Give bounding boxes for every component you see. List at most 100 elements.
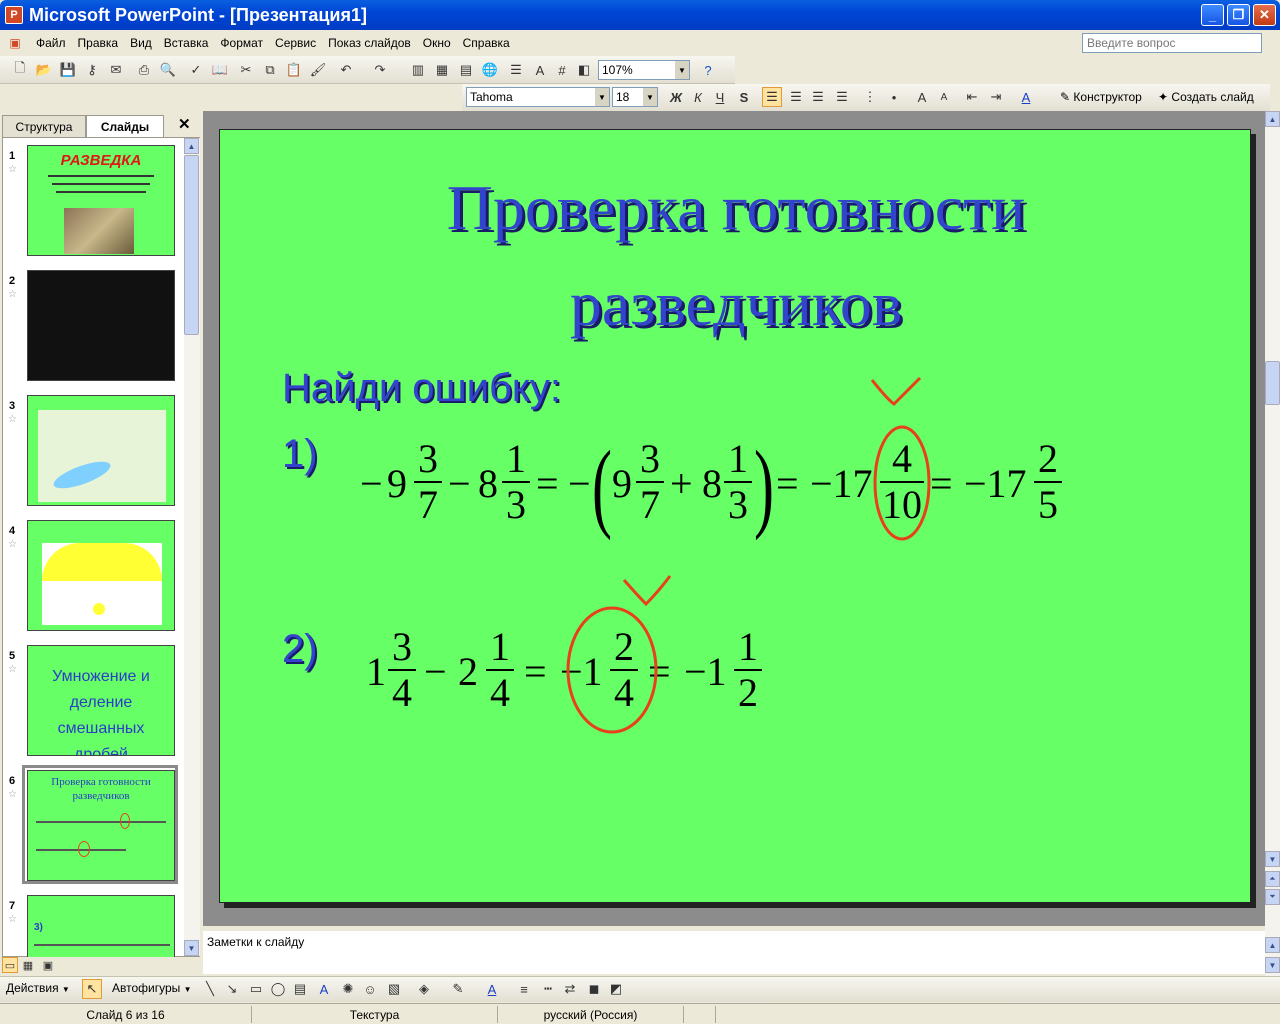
ask-question-input[interactable]: Введите вопрос — [1082, 33, 1262, 53]
tab-slides[interactable]: Слайды — [86, 115, 164, 137]
font-size-select[interactable]: 18 ▼ — [612, 87, 658, 107]
bullets-icon[interactable]: • — [884, 87, 904, 107]
paste-icon[interactable]: 📋 — [284, 60, 304, 80]
font-color-icon[interactable]: A — [1016, 87, 1036, 107]
slide-thumbnail-7[interactable]: 3) — [27, 895, 175, 958]
diagram-icon[interactable]: ✺ — [338, 979, 358, 999]
autoshapes-menu[interactable]: Автофигуры ▼ — [112, 981, 192, 995]
designer-button[interactable]: ✎ Конструктор — [1060, 90, 1142, 104]
save-icon[interactable]: 💾 — [58, 60, 78, 80]
3d-style-icon[interactable]: ◩ — [606, 979, 626, 999]
menu-window[interactable]: Окно — [417, 36, 457, 50]
dash-style-icon[interactable]: ┅ — [538, 979, 558, 999]
spelling-icon[interactable]: ✓ — [186, 60, 206, 80]
slideshow-icon[interactable]: ▣ — [40, 957, 56, 973]
table-icon[interactable]: ▦ — [432, 60, 452, 80]
expand-all-icon[interactable]: ☰ — [506, 60, 526, 80]
hyperlink-icon[interactable]: 🌐 — [480, 60, 500, 80]
email-icon[interactable]: ✉ — [106, 60, 126, 80]
copy-icon[interactable]: ⧉ — [260, 60, 280, 80]
bold-button[interactable]: Ж — [666, 87, 686, 107]
shadow-style-icon[interactable]: ◼ — [584, 979, 604, 999]
help-icon[interactable]: ? — [698, 60, 718, 80]
doc-icon[interactable]: ▣ — [0, 36, 30, 50]
scroll-down-icon[interactable]: ▼ — [184, 940, 199, 956]
tables-borders-icon[interactable]: ▤ — [456, 60, 476, 80]
menu-view[interactable]: Вид — [124, 36, 158, 50]
new-slide-button[interactable]: ✦ Создать слайд — [1158, 90, 1254, 104]
textbox-icon[interactable]: ▤ — [290, 979, 310, 999]
new-icon[interactable]: 🗋 — [10, 60, 30, 80]
rectangle-icon[interactable]: ▭ — [246, 979, 266, 999]
line-color-icon[interactable]: ✎ — [448, 979, 468, 999]
panel-scrollbar[interactable]: ▲ ▼ — [184, 138, 200, 956]
notes-scroll-up-icon[interactable]: ▲ — [1265, 937, 1280, 953]
slide-sorter-icon[interactable]: ▦ — [20, 957, 36, 973]
chart-icon[interactable]: ▥ — [408, 60, 428, 80]
underline-button[interactable]: Ч — [710, 87, 730, 107]
align-left-icon[interactable]: ☰ — [762, 87, 782, 107]
open-icon[interactable]: 📂 — [34, 60, 54, 80]
redo-icon[interactable]: ↷ — [370, 60, 390, 80]
research-icon[interactable]: 📖 — [210, 60, 230, 80]
picture-icon[interactable]: ▧ — [384, 979, 404, 999]
previous-slide-icon[interactable]: ⏶ — [1265, 871, 1280, 887]
menu-format[interactable]: Формат — [214, 36, 269, 50]
notes-scroll-down-icon[interactable]: ▼ — [1265, 957, 1280, 973]
menu-file[interactable]: Файл — [30, 36, 72, 50]
align-right-icon[interactable]: ☰ — [808, 87, 828, 107]
menu-tools[interactable]: Сервис — [269, 36, 322, 50]
slide-canvas[interactable]: Проверка готовности разведчиков Найди ош… — [219, 129, 1251, 903]
font-select[interactable]: Tahoma ▼ — [466, 87, 610, 107]
minimize-button[interactable]: _ — [1201, 4, 1224, 26]
scroll-down-icon[interactable]: ▼ — [1265, 851, 1280, 867]
next-slide-icon[interactable]: ⏷ — [1265, 889, 1280, 905]
select-pointer-icon[interactable]: ↖ — [82, 979, 102, 999]
slide-thumbnail-4[interactable] — [27, 520, 175, 631]
fill-color-icon[interactable]: ◈ — [414, 979, 434, 999]
arrow-icon[interactable]: ↘ — [222, 979, 242, 999]
powerpoint-app-icon[interactable]: P — [5, 6, 23, 24]
decrease-indent-icon[interactable]: ⇤ — [962, 87, 982, 107]
actions-menu[interactable]: Действия ▼ — [6, 981, 70, 995]
oval-icon[interactable]: ◯ — [268, 979, 288, 999]
slide-thumbnail-3[interactable] — [27, 395, 175, 506]
clipart-icon[interactable]: ☺ — [360, 979, 380, 999]
normal-view-icon[interactable]: ▭ — [2, 957, 18, 973]
permission-icon[interactable]: ⚷ — [82, 60, 102, 80]
font-color-icon[interactable]: A — [482, 979, 502, 999]
error-circle-1[interactable] — [873, 425, 931, 541]
show-formatting-icon[interactable]: A — [530, 60, 550, 80]
close-panel-icon[interactable]: ✕ — [178, 115, 191, 133]
undo-icon[interactable]: ↶ — [336, 60, 356, 80]
slide-thumbnail-1[interactable]: РАЗВЕДКА — [27, 145, 175, 256]
justify-icon[interactable]: ☰ — [832, 87, 852, 107]
numbering-icon[interactable]: ⋮ — [860, 87, 880, 107]
slide-thumbnail-6[interactable]: Проверка готовности разведчиков — [27, 770, 175, 881]
zoom-select[interactable]: 107% ▼ — [598, 60, 690, 80]
line-icon[interactable]: ╲ — [200, 979, 220, 999]
chevron-down-icon[interactable]: ▼ — [643, 88, 657, 106]
menu-help[interactable]: Справка — [457, 36, 516, 50]
slide-thumbnail-2[interactable] — [27, 270, 175, 381]
color-grayscale-icon[interactable]: ◧ — [574, 60, 594, 80]
chevron-down-icon[interactable]: ▼ — [595, 88, 609, 106]
preview-icon[interactable]: 🔍 — [158, 60, 178, 80]
cut-icon[interactable]: ✂ — [236, 60, 256, 80]
editor-scrollbar[interactable]: ▲ ▼ ⏶ ⏷ ▲ ▼ — [1265, 111, 1280, 977]
error-circle-2[interactable] — [566, 606, 658, 734]
close-button[interactable]: ✕ — [1253, 4, 1276, 26]
tab-outline[interactable]: Структура — [2, 115, 86, 137]
maximize-button[interactable]: ❐ — [1227, 4, 1250, 26]
menu-insert[interactable]: Вставка — [158, 36, 215, 50]
shadow-button[interactable]: S — [734, 87, 754, 107]
scroll-up-icon[interactable]: ▲ — [1265, 111, 1280, 127]
italic-button[interactable]: К — [688, 87, 708, 107]
increase-indent-icon[interactable]: ⇥ — [986, 87, 1006, 107]
grid-icon[interactable]: # — [552, 60, 572, 80]
chevron-down-icon[interactable]: ▼ — [675, 61, 689, 79]
decrease-font-icon[interactable]: A — [934, 87, 954, 107]
print-icon[interactable]: ⎙ — [134, 60, 154, 80]
slide-thumbnail-5[interactable]: Умножение и деление смешанных дробей — [27, 645, 175, 756]
format-painter-icon[interactable]: 🖌 — [308, 60, 328, 80]
